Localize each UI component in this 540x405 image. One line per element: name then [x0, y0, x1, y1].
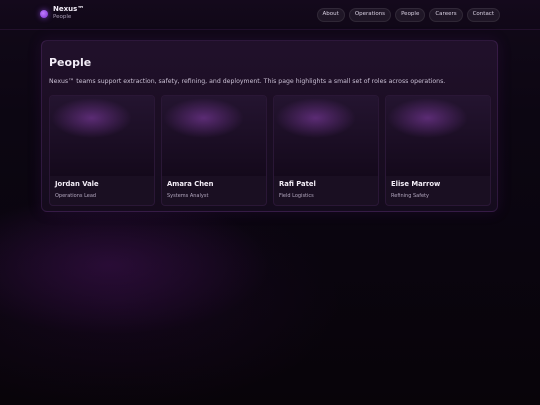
brand[interactable]: Nexus™ People	[40, 6, 84, 21]
person-card[interactable]: Elise Marrow Refining Safety	[385, 95, 491, 206]
person-photo	[386, 96, 490, 176]
logo-orb-icon	[40, 10, 48, 19]
person-name: Elise Marrow	[391, 180, 441, 188]
main-nav: About Operations People Careers Contact	[316, 8, 500, 22]
person-name: Rafi Patel	[279, 180, 316, 188]
person-photo	[50, 96, 154, 176]
brand-subtitle: People	[53, 14, 72, 20]
brand-text: Nexus™ People	[53, 6, 84, 21]
nav-about[interactable]: About	[316, 8, 345, 22]
page-description: Nexus™ teams support extraction, safety,…	[49, 78, 446, 85]
person-card[interactable]: Rafi Patel Field Logistics	[273, 95, 379, 206]
person-name: Jordan Vale	[55, 180, 99, 188]
person-card[interactable]: Jordan Vale Operations Lead	[49, 95, 155, 206]
brand-name: Nexus™	[53, 5, 85, 13]
nav-careers[interactable]: Careers	[429, 8, 463, 22]
site-header: Nexus™ People About Operations People Ca…	[0, 0, 540, 30]
people-panel: People Nexus™ teams support extraction, …	[41, 40, 498, 212]
person-role: Operations Lead	[55, 193, 97, 199]
nav-operations[interactable]: Operations	[348, 8, 392, 22]
person-role: Refining Safety	[391, 193, 429, 199]
person-role: Systems Analyst	[167, 193, 209, 199]
person-name: Amara Chen	[167, 180, 214, 188]
nav-contact[interactable]: Contact	[466, 8, 500, 22]
nav-people[interactable]: People	[395, 8, 426, 22]
person-card[interactable]: Amara Chen Systems Analyst	[161, 95, 267, 206]
page-title: People	[49, 56, 92, 69]
person-photo	[162, 96, 266, 176]
person-role: Field Logistics	[279, 193, 314, 199]
person-photo	[274, 96, 378, 176]
